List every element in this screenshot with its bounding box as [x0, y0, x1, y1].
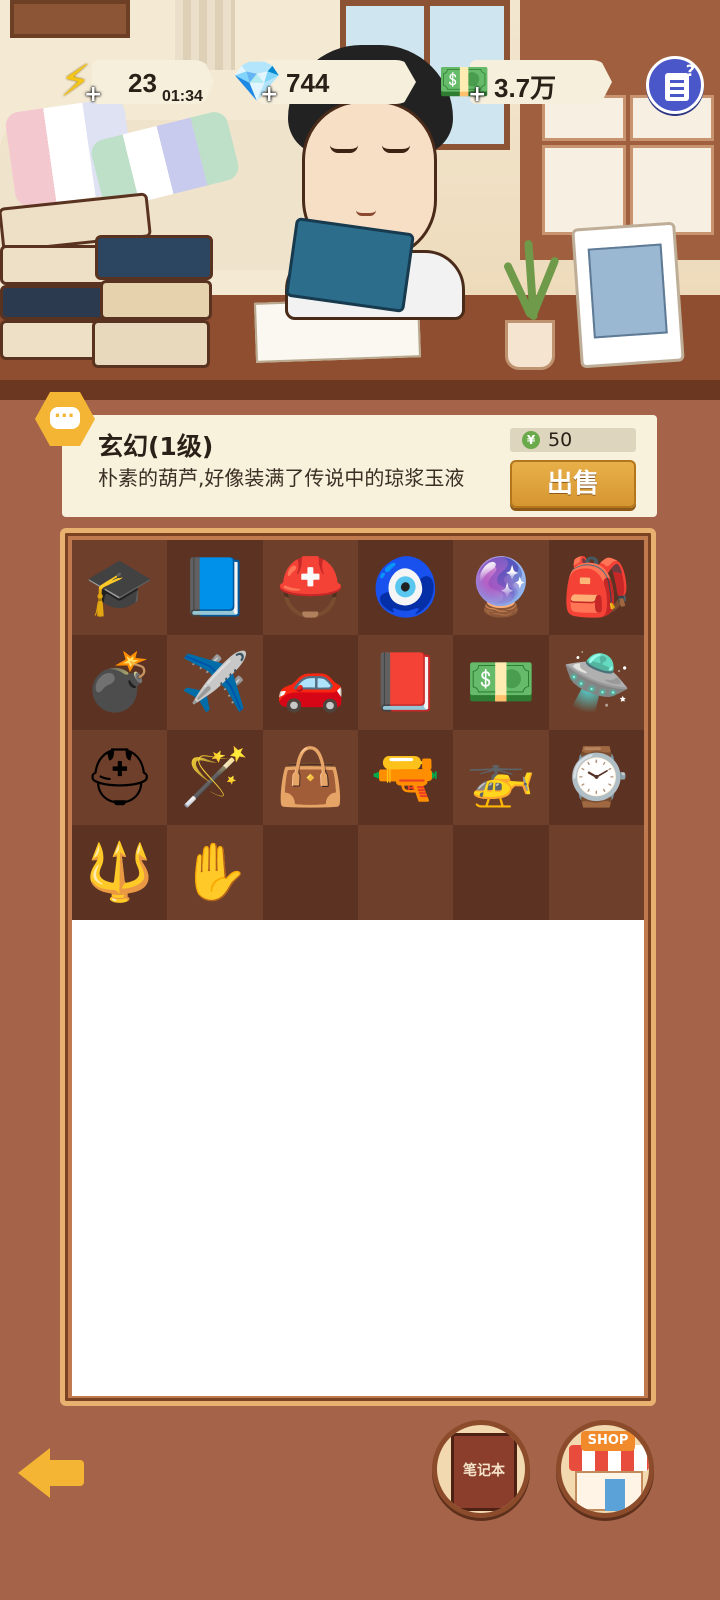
- energy-value: 23: [128, 68, 157, 98]
- cannon-icon: 💣: [84, 649, 155, 715]
- inventory-slot[interactable]: ⌚: [548, 730, 644, 825]
- inventory-slot[interactable]: 🔱: [72, 825, 168, 920]
- money-value: 3.7万: [494, 73, 557, 103]
- inventory-grid: 🎓 📘 ⛑️ 🧿 🔮 🎒 💣 ✈️ 🚗 📕 💵 🛸 ⛑ 🪄 👜 🔫 🚁 ⌚ 🔱 ✋: [72, 540, 644, 920]
- wall-shelf: [10, 0, 130, 38]
- inventory-slot[interactable]: 💣: [72, 635, 168, 730]
- inventory-slot[interactable]: 🔫: [358, 730, 454, 825]
- trident-icon: 🔱: [84, 839, 155, 905]
- backpack-icon: 🎒: [561, 554, 632, 620]
- graduation-cap-icon: 🎓: [84, 554, 155, 620]
- empty-slot[interactable]: [358, 825, 454, 920]
- banknote-icon: 💵: [466, 649, 536, 715]
- energy-plus-icon[interactable]: +: [84, 82, 102, 107]
- empty-slot[interactable]: [262, 825, 358, 920]
- shop-label: SHOP: [581, 1431, 635, 1451]
- inventory-slot[interactable]: 🛸: [548, 635, 644, 730]
- inventory-empty-area: [72, 920, 644, 1396]
- magic-book-icon: 📘: [180, 554, 250, 620]
- task-list-button[interactable]: ?: [646, 56, 704, 114]
- inventory-slot[interactable]: 👜: [262, 730, 358, 825]
- crystal-ball-icon: 🔮: [466, 554, 536, 620]
- inventory-slot[interactable]: 🎒: [548, 540, 644, 635]
- curtain: [175, 0, 235, 70]
- inventory-slot[interactable]: ✋: [167, 825, 263, 920]
- wristwatch-icon: ⌚: [561, 744, 632, 810]
- sports-car-icon: 🚗: [275, 649, 346, 715]
- inventory-slot[interactable]: 🪄: [167, 730, 263, 825]
- inventory-slot[interactable]: 🧿: [358, 540, 454, 635]
- magic-staff-icon: 🪄: [180, 744, 250, 810]
- reading-book: [285, 217, 415, 313]
- inventory-slot[interactable]: 🚁: [453, 730, 549, 825]
- desk-calendar: [571, 221, 685, 369]
- toy-plane-icon: ✈️: [180, 649, 250, 715]
- empty-slot[interactable]: [548, 825, 644, 920]
- inventory-slot[interactable]: ✈️: [167, 635, 263, 730]
- inventory-slot[interactable]: 🚗: [262, 635, 358, 730]
- inventory-slot[interactable]: ⛑: [72, 730, 168, 825]
- coin-icon: ¥: [522, 431, 540, 449]
- notebook-button[interactable]: 笔记本: [432, 1420, 530, 1518]
- gem-plus-icon[interactable]: +: [260, 82, 278, 107]
- inventory-slot[interactable]: 🎓: [72, 540, 168, 635]
- money-plus-icon[interactable]: +: [468, 82, 486, 107]
- viking-helmet-icon: ⛑️: [275, 554, 346, 620]
- inventory-slot[interactable]: 📕: [358, 635, 454, 730]
- inventory-slot[interactable]: 🔮: [453, 540, 549, 635]
- jade-pendant-icon: 🧿: [370, 554, 441, 620]
- back-button[interactable]: [18, 1448, 86, 1498]
- handbag-icon: 👜: [275, 744, 346, 810]
- shop-button[interactable]: SHOP: [556, 1420, 654, 1518]
- empty-slot[interactable]: [453, 825, 549, 920]
- plant-pot: [505, 320, 555, 370]
- desk-edge: [0, 380, 720, 400]
- exam-book-icon: 📕: [370, 649, 441, 715]
- price-value: 50: [548, 429, 573, 451]
- drone-icon: 🚁: [466, 744, 536, 810]
- pistol-icon: 🔫: [370, 744, 441, 810]
- item-price: ¥ 50: [510, 428, 636, 452]
- item-description: 朴素的葫芦,好像装满了传说中的琼浆玉液: [98, 466, 465, 490]
- sell-button[interactable]: 出售: [510, 460, 636, 508]
- notebook-label: 笔记本: [463, 1463, 505, 1479]
- cabinet: [520, 0, 720, 260]
- inventory-slot[interactable]: ⛑️: [262, 540, 358, 635]
- stormtrooper-helmet-icon: ⛑: [84, 744, 156, 810]
- notebook-icon: 笔记本: [451, 1433, 517, 1511]
- item-name: 玄幻(1级): [98, 432, 214, 461]
- ufo-icon: 🛸: [561, 649, 632, 715]
- gem-value: 744: [286, 68, 330, 98]
- inventory-slot[interactable]: 📘: [167, 540, 263, 635]
- energy-timer: 01:34: [162, 88, 203, 105]
- buddha-hand-icon: ✋: [180, 839, 250, 905]
- inventory-slot[interactable]: 💵: [453, 635, 549, 730]
- book-stack: [0, 192, 215, 370]
